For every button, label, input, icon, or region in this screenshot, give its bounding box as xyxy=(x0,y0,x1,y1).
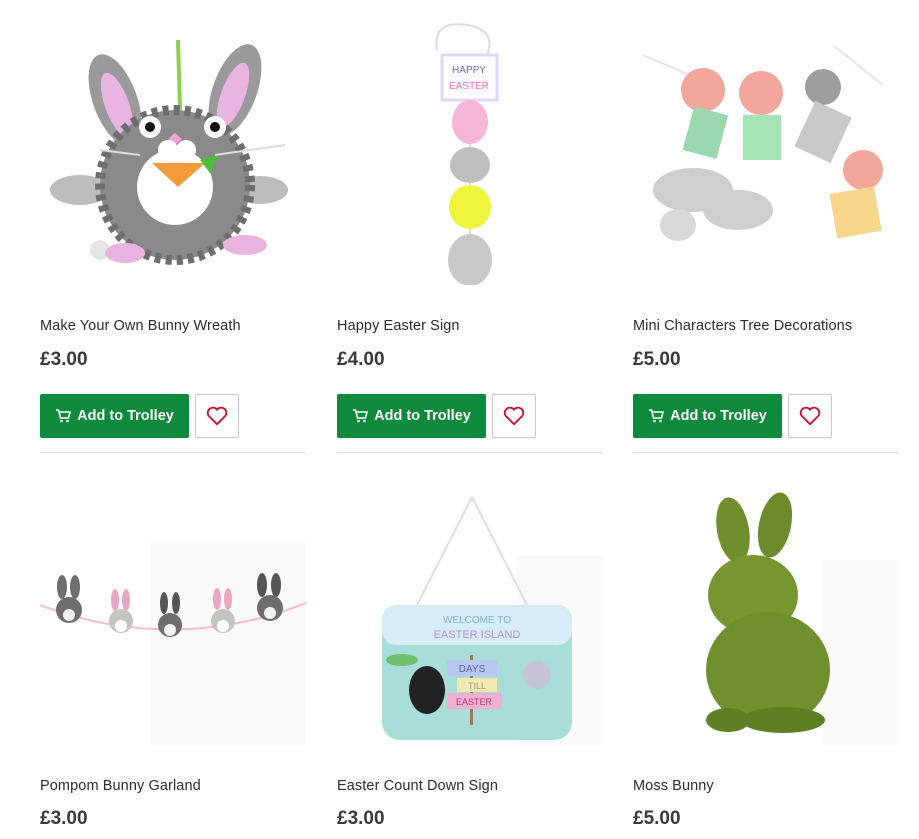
countdown-sign-image[interactable]: WELCOME TO EASTER ISLAND DAYS TILL EASTE… xyxy=(337,485,603,755)
sign-text: WELCOME TO xyxy=(443,615,511,626)
divider xyxy=(633,452,899,453)
sign-text: DAYS xyxy=(459,664,486,675)
favourite-button[interactable] xyxy=(195,394,239,438)
tree-decorations-image[interactable] xyxy=(633,15,899,285)
product-name[interactable]: Moss Bunny xyxy=(633,778,714,794)
easter-sign-image[interactable]: HAPPY EASTER xyxy=(337,15,603,285)
add-to-trolley-button[interactable]: Add to Trolley xyxy=(40,394,189,438)
product-price: £5.00 xyxy=(633,349,681,370)
product-price: £3.00 xyxy=(40,349,88,370)
heart-icon xyxy=(206,406,228,426)
product-name[interactable]: Easter Count Down Sign xyxy=(337,778,498,794)
sign-text: TILL xyxy=(468,681,486,691)
divider xyxy=(40,452,306,453)
add-to-trolley-label: Add to Trolley xyxy=(77,408,174,424)
sign-text: EASTER xyxy=(449,81,489,92)
product-name[interactable]: Mini Characters Tree Decorations xyxy=(633,318,852,334)
add-to-trolley-button[interactable]: Add to Trolley xyxy=(337,394,486,438)
sign-text: HAPPY xyxy=(452,65,486,76)
trolley-icon xyxy=(56,409,72,423)
add-to-trolley-button[interactable]: Add to Trolley xyxy=(633,394,782,438)
divider xyxy=(337,452,603,453)
trolley-icon xyxy=(353,409,369,423)
heart-icon xyxy=(799,406,821,426)
bunny-garland-image[interactable] xyxy=(40,485,306,755)
bunny-wreath-image[interactable] xyxy=(40,15,306,285)
favourite-button[interactable] xyxy=(492,394,536,438)
moss-bunny-image[interactable] xyxy=(633,485,899,755)
product-name[interactable]: Happy Easter Sign xyxy=(337,318,460,334)
add-to-trolley-label: Add to Trolley xyxy=(374,408,471,424)
add-to-trolley-label: Add to Trolley xyxy=(670,408,767,424)
product-name[interactable]: Make Your Own Bunny Wreath xyxy=(40,318,241,334)
product-name[interactable]: Pompom Bunny Garland xyxy=(40,778,201,794)
favourite-button[interactable] xyxy=(788,394,832,438)
product-price: £4.00 xyxy=(337,349,385,370)
trolley-icon xyxy=(649,409,665,423)
product-price: £3.00 xyxy=(337,808,385,829)
product-price: £3.00 xyxy=(40,808,88,829)
sign-text: EASTER xyxy=(456,697,493,707)
sign-text: EASTER ISLAND xyxy=(434,629,521,641)
product-price: £5.00 xyxy=(633,808,681,829)
heart-icon xyxy=(503,406,525,426)
